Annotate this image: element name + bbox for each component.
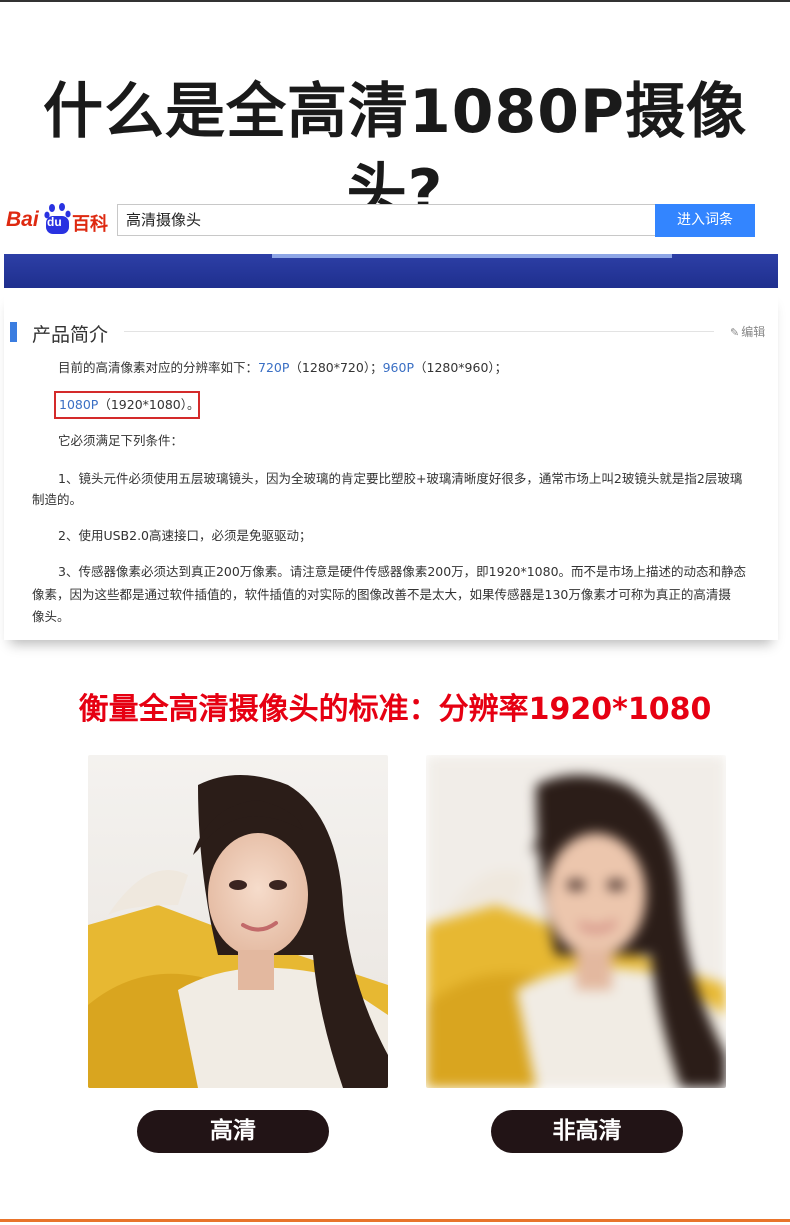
condition-1-line2: 制造的。 [32, 492, 83, 507]
edit-label: 编辑 [741, 325, 766, 339]
hd-label: 高清 [137, 1110, 329, 1153]
section-title: 产品简介 [32, 324, 109, 346]
logo-bai-text: Bai [6, 208, 39, 231]
logo-baike-text: 百科 [72, 214, 108, 235]
edit-link[interactable]: ✎ 编辑 [730, 323, 765, 340]
condition-3-line3: 像头。 [32, 609, 70, 624]
conditions-intro: 它必须满足下列条件： [58, 433, 184, 448]
link-1080p[interactable]: 1080P [59, 397, 98, 412]
entry-card: 产品简介 ✎ 编辑 目前的高清像素对应的分辨率如下：720P（1280*720）；… [4, 290, 778, 640]
condition-1-line1: 1、镜头元件必须使用五层玻璃镜头，因为全玻璃的肯定要比塑胶+玻璃清晰度好很多，通… [58, 471, 743, 486]
header-banner [4, 254, 778, 288]
resolution-720-value: （1280*720）； [289, 360, 383, 375]
hd-portrait-image [88, 755, 388, 1088]
resolution-prefix: 目前的高清像素对应的分辨率如下： [58, 360, 259, 375]
resolution-line: 目前的高清像素对应的分辨率如下：720P（1280*720）；960P（1280… [58, 357, 507, 379]
resolution-960-value: （1280*960）； [414, 360, 508, 375]
top-divider [0, 0, 790, 2]
baidu-baike-logo[interactable]: Bai du 百科 [6, 200, 110, 240]
standard-headline: 衡量全高清摄像头的标准：分辨率1920*1080 [78, 692, 712, 727]
enter-entry-button[interactable]: 进入词条 [655, 204, 755, 237]
banner-highlight [272, 254, 672, 258]
section-marker [10, 322, 17, 342]
blur-layer [426, 755, 726, 1088]
pencil-icon: ✎ [730, 326, 740, 339]
link-960p[interactable]: 960P [383, 360, 414, 375]
bottom-divider [0, 1219, 790, 1222]
resolution-1080-value: （1920*1080）。 [98, 397, 200, 412]
condition-3-line1: 3、传感器像素必须达到真正200万像素。请注意是硬件传感器像素200万，即192… [58, 564, 747, 579]
logo-du-text: du [47, 215, 62, 229]
condition-3-line2: 像素，因为这些都是通过软件插值的，软件插值的对实际的图像改善不是太大，如果传感器… [32, 587, 731, 602]
non-hd-sample-photo [426, 755, 726, 1088]
resolution-1080-line: 1080P（1920*1080）。 [59, 394, 199, 416]
search-input[interactable] [126, 205, 646, 235]
non-hd-portrait-image [426, 755, 726, 1088]
condition-2: 2、使用USB2.0高速接口，必须是免驱驱动； [58, 528, 312, 543]
search-box[interactable] [117, 204, 655, 236]
section-divider [124, 331, 714, 332]
hd-sample-photo [88, 755, 388, 1088]
link-720p[interactable]: 720P [258, 360, 289, 375]
non-hd-label: 非高清 [491, 1110, 683, 1153]
